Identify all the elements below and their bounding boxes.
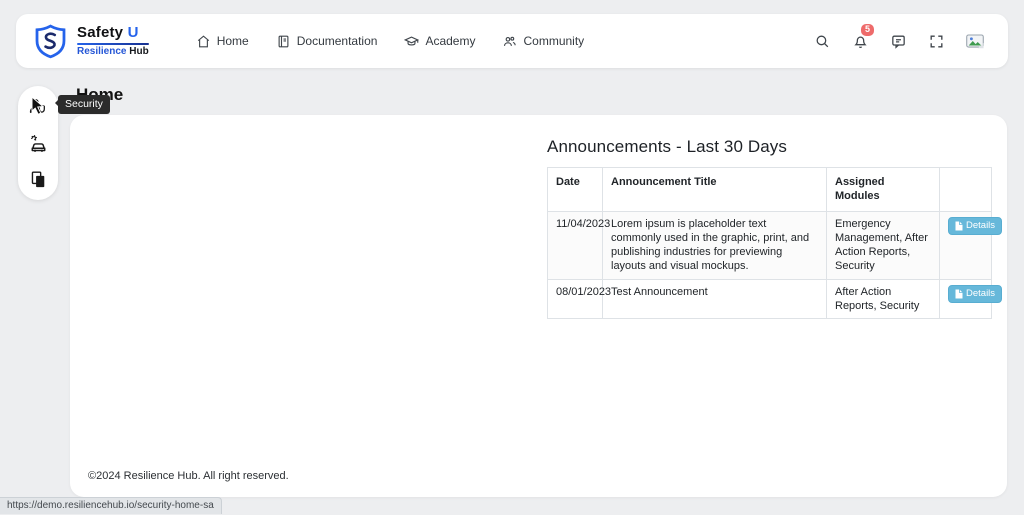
messages-button[interactable] [890, 33, 907, 50]
cell-modules: Emergency Management, After Action Repor… [826, 210, 940, 280]
file-icon [955, 221, 963, 231]
academy-icon [404, 36, 420, 46]
community-icon [504, 36, 517, 46]
cell-action: Details [939, 278, 1003, 320]
mouse-cursor [31, 96, 45, 115]
search-button[interactable] [814, 33, 831, 50]
cell-title: Test Announcement [602, 278, 827, 320]
notification-badge: 5 [861, 23, 875, 37]
column-header-title: Announcement Title [602, 167, 827, 212]
nav-item-label: Academy [425, 34, 476, 48]
nav-item-academy[interactable]: Academy [404, 34, 475, 49]
column-header-actions [939, 167, 992, 212]
file-icon [955, 289, 963, 299]
nav-item-home[interactable]: Home [196, 34, 249, 49]
announcements-title: Announcements - Last 30 Days [547, 137, 787, 156]
cell-date: 08/01/2023 [547, 278, 611, 320]
sidebar-item-documents[interactable] [29, 170, 48, 189]
documentation-icon [278, 35, 289, 47]
brand-logo[interactable]: Safety U Resilience Hub [32, 23, 149, 60]
brand-subtitle: Resilience Hub [77, 45, 149, 57]
fullscreen-button[interactable] [928, 33, 945, 50]
column-header-modules: Assigned Modules [826, 167, 940, 212]
chat-icon [892, 35, 905, 49]
tooltip-security: Security [55, 95, 110, 114]
details-button-label: Details [966, 219, 996, 231]
copyright-text: ©2024 Resilience Hub. All right reserved… [88, 470, 289, 482]
car-crash-icon [30, 134, 45, 152]
sidebar-item-vehicle-accidents[interactable] [29, 134, 48, 153]
brand-name: Safety U [77, 23, 139, 41]
announcements-table: Date Announcement Title Assigned Modules… [547, 167, 1003, 320]
table-header-row: Date Announcement Title Assigned Modules [547, 167, 992, 212]
nav-item-community[interactable]: Community [502, 34, 584, 49]
nav-item-label: Home [216, 34, 249, 48]
announcements-section: Announcements - Last 30 Days Date Announ… [547, 137, 1003, 320]
top-navigation-bar: Safety U Resilience Hub Home Documentati… [16, 14, 1008, 68]
documents-copy-icon [31, 171, 44, 188]
status-bar-url: https://demo.resiliencehub.io/security-h… [0, 497, 222, 514]
nav-item-documentation[interactable]: Documentation [276, 34, 378, 49]
notifications-button[interactable]: 5 [852, 23, 875, 50]
brand-shield-icon [35, 24, 66, 58]
cell-title: Lorem ipsum is placeholder text commonly… [602, 210, 827, 280]
details-button[interactable]: Details [948, 216, 1003, 235]
search-icon [816, 35, 829, 47]
broken-image-icon [966, 33, 984, 48]
nav-item-label: Documentation [296, 34, 378, 48]
home-icon [197, 34, 209, 47]
details-button[interactable]: Details [948, 284, 1003, 303]
column-header-date: Date [547, 167, 603, 212]
brand-divider [77, 42, 149, 45]
fullscreen-icon [930, 35, 943, 47]
main-content-card: Announcements - Last 30 Days Date Announ… [70, 115, 1007, 497]
cell-date: 11/04/2023 [547, 210, 610, 280]
user-avatar[interactable] [966, 33, 984, 49]
header-actions: 5 [814, 23, 984, 50]
cell-modules: After Action Reports, Security [826, 278, 940, 320]
table-row: 08/01/2023 Test Announcement After Actio… [547, 278, 1003, 320]
nav-item-label: Community [523, 34, 585, 48]
main-nav: Home Documentation Academy Community [196, 34, 584, 49]
cell-action: Details [939, 210, 1003, 280]
table-row: 11/04/2023 Lorem ipsum is placeholder te… [547, 210, 1003, 280]
details-button-label: Details [966, 288, 996, 300]
